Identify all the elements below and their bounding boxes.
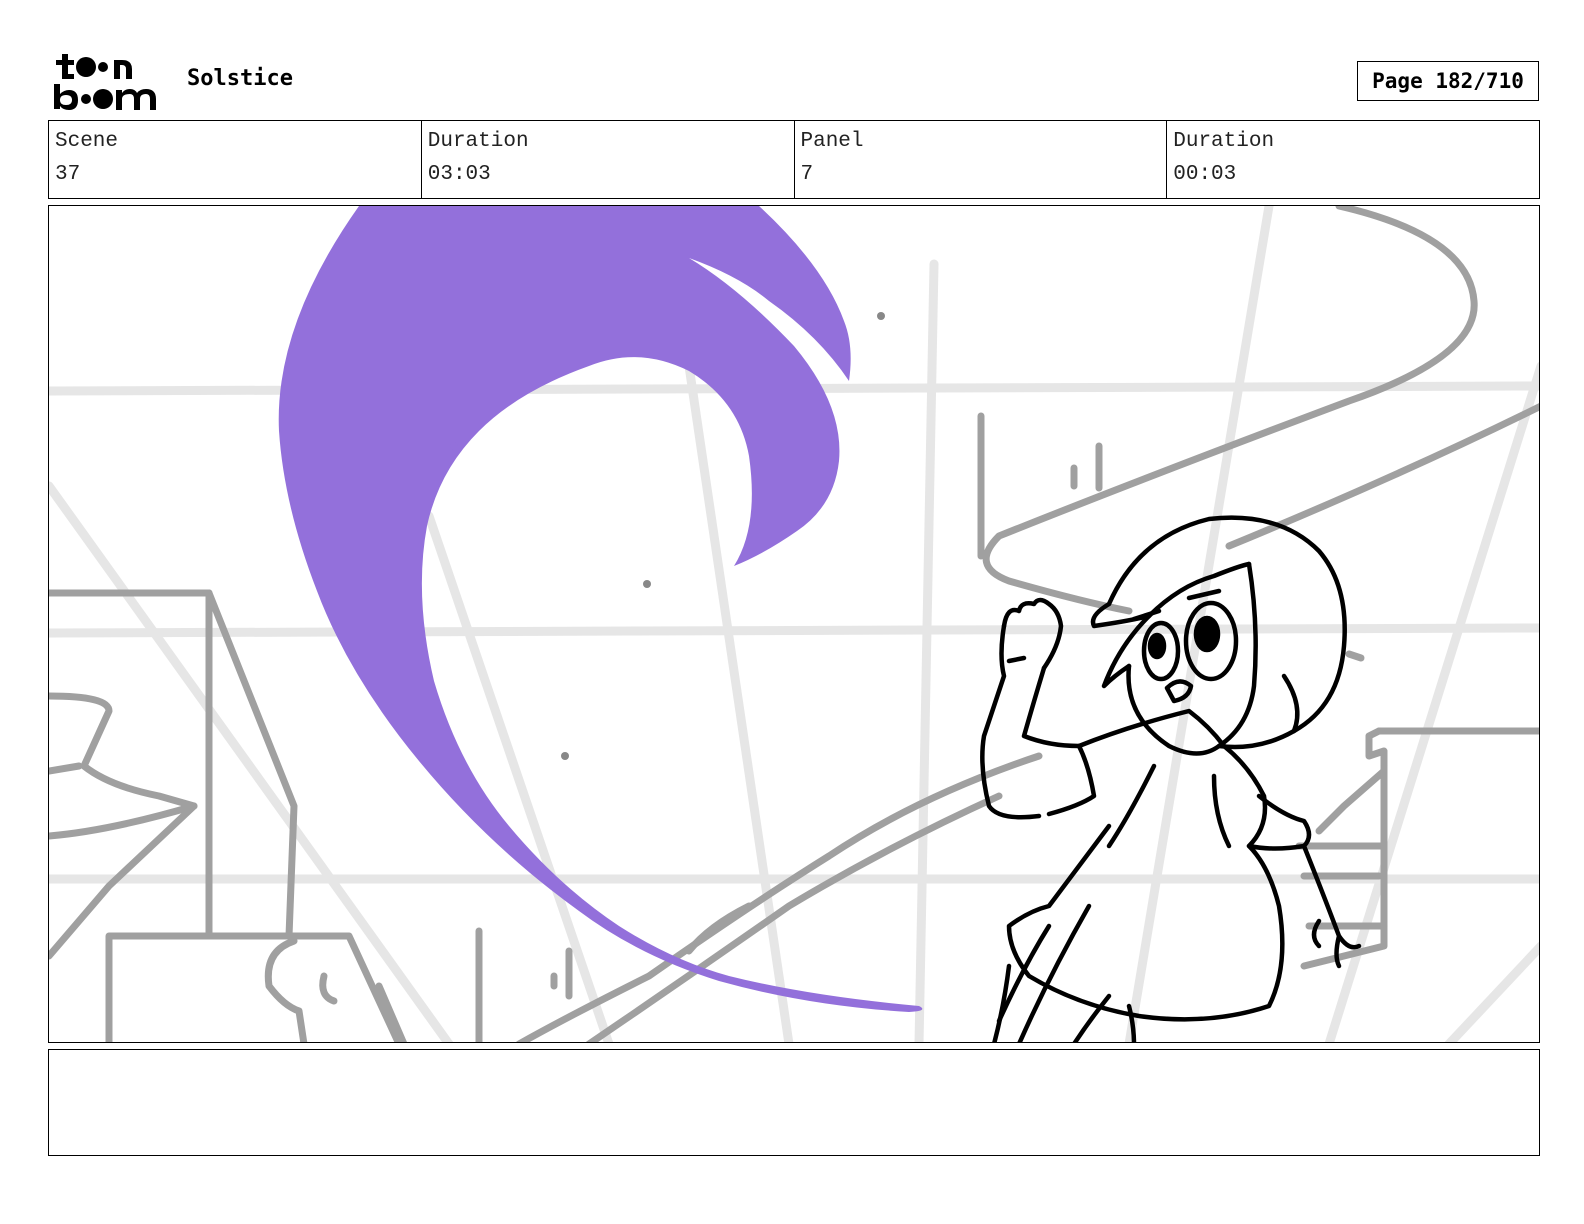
panel-sketch [49,206,1539,1042]
scene-cell: Scene 37 [49,121,422,198]
scene-value: 37 [55,163,81,186]
panel-notes-box[interactable] [48,1049,1540,1156]
panel-label: Panel [800,130,864,153]
scene-label: Scene [55,130,119,153]
perspective-guides [49,206,1539,1042]
storyboard-panel [48,205,1540,1043]
panel-duration-cell: Duration 00:03 [1167,121,1539,198]
panel-duration-label: Duration [1173,130,1275,153]
panel-cell: Panel 7 [795,121,1168,198]
purple-swoosh [278,206,923,1012]
page-indicator: Page 182/710 [1357,61,1539,101]
scene-duration-cell: Duration 03:03 [422,121,795,198]
project-title: Solstice [187,66,293,91]
toon-boom-logo [52,52,164,112]
scene-duration-value: 03:03 [427,163,491,186]
scene-info-table: Scene 37 Duration 03:03 Panel 7 Duration… [48,120,1540,199]
panel-value: 7 [800,163,814,186]
panel-duration-value: 00:03 [1173,163,1237,186]
scene-duration-label: Duration [427,130,529,153]
